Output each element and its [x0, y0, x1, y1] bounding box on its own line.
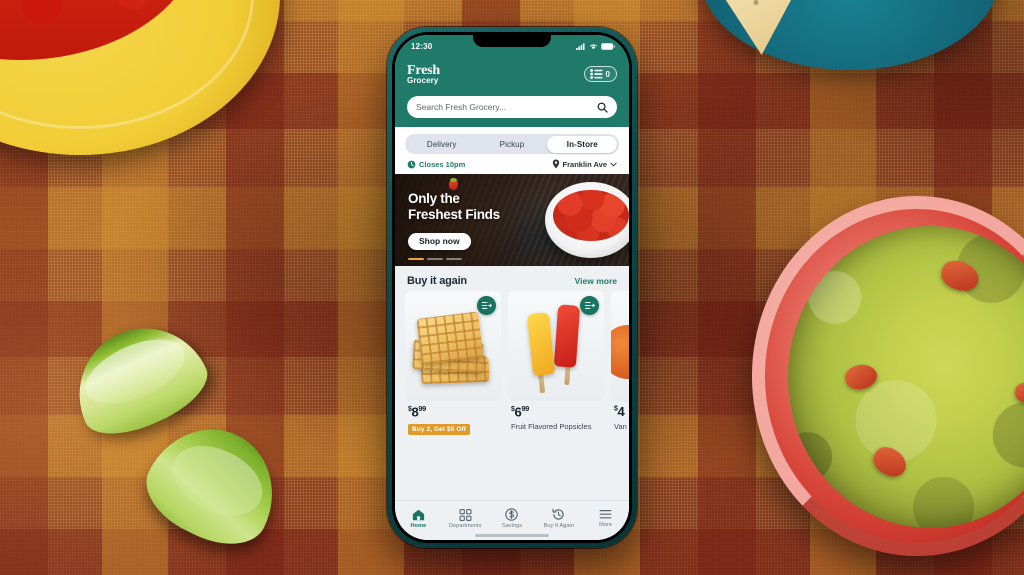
deal-badge: Buy 2, Get $5 Off: [408, 424, 471, 436]
home-icon: [412, 509, 425, 520]
add-to-cart-icon: [584, 302, 595, 309]
buy-it-again-section: Buy it again View more $899 Buy 2, Get $…: [395, 266, 629, 500]
guacamole-texture: [788, 226, 1024, 528]
banner-text-block: Only the Freshest Finds Shop now: [408, 191, 500, 250]
banner-pagination-dots[interactable]: [408, 258, 462, 260]
clock-icon: [407, 160, 416, 168]
status-bar: 12:30: [395, 35, 629, 57]
banner-headline-line1: Only the: [408, 191, 460, 206]
signal-icon: [576, 42, 585, 50]
add-to-cart-button[interactable]: [477, 296, 496, 315]
popsicle-red: [553, 304, 581, 368]
search-icon[interactable]: [597, 102, 608, 113]
tab-label-buy-it-again: Buy It Again: [543, 523, 575, 529]
app-header: Fresh Grocery 0: [395, 57, 629, 127]
product-name: Van: [614, 422, 627, 431]
tab-departments[interactable]: Departments: [442, 508, 489, 529]
product-image-waffles[interactable]: [405, 291, 501, 401]
search-input[interactable]: [416, 102, 597, 112]
price-dollars: 4: [617, 404, 625, 419]
store-location-group[interactable]: Franklin Ave: [552, 159, 617, 169]
product-image-partial[interactable]: [611, 291, 629, 401]
price-cents: 99: [418, 404, 426, 413]
popsicle-yellow: [526, 312, 556, 376]
view-more-link[interactable]: View more: [575, 276, 617, 286]
cart-button[interactable]: 0: [583, 66, 617, 82]
store-hours-label: Closes 10pm: [419, 159, 466, 169]
tab-label-departments: Departments: [448, 522, 482, 529]
hamburger-menu-icon: [599, 510, 612, 519]
product-card[interactable]: $899 Buy 2, Get $5 Off: [405, 291, 501, 436]
fulfillment-segmented-control[interactable]: Delivery Pickup In-Store: [405, 134, 619, 154]
waffle-top: [416, 311, 484, 365]
wifi-icon: [590, 43, 597, 49]
product-price: $699: [511, 404, 602, 419]
guacamole-bowl: [752, 196, 1024, 556]
tab-savings[interactable]: Savings: [489, 508, 536, 529]
status-icons: [576, 42, 615, 50]
chevron-down-icon[interactable]: [610, 162, 617, 167]
fulfillment-mode-bar: Delivery Pickup In-Store Closes 10pm Fra…: [395, 127, 629, 174]
tab-pickup[interactable]: Pickup: [477, 136, 547, 153]
product-meta: $899 Buy 2, Get $5 Off: [405, 401, 501, 436]
tab-in-store[interactable]: In-Store: [547, 135, 618, 153]
promo-banner[interactable]: Only the Freshest Finds Shop now: [395, 174, 629, 266]
tab-label-home: Home: [410, 522, 427, 529]
store-location-label: Franklin Ave: [562, 159, 607, 169]
tab-more[interactable]: More: [582, 509, 629, 528]
tab-buy-it-again[interactable]: Buy It Again: [535, 508, 582, 529]
add-to-cart-button[interactable]: [580, 296, 599, 315]
loose-strawberry: [449, 178, 458, 190]
cart-count-badge: 0: [605, 69, 610, 79]
banner-dot-3[interactable]: [446, 258, 462, 260]
location-pin-icon: [552, 159, 559, 169]
banner-headline-line2: Freshest Finds: [408, 207, 500, 223]
strawberry-bowl-image: [545, 182, 629, 258]
list-cart-icon: [589, 69, 603, 79]
product-card[interactable]: $4 Van: [611, 291, 629, 436]
search-bar[interactable]: [407, 96, 617, 118]
tab-label-more: More: [599, 522, 613, 528]
product-price: $899: [408, 404, 499, 419]
strawberries: [553, 189, 629, 242]
app-logo: Fresh Grocery: [407, 63, 440, 85]
product-image-popsicles[interactable]: [508, 291, 604, 401]
product-card[interactable]: $699 Fruit Flavored Popsicles: [508, 291, 604, 436]
shop-now-button[interactable]: Shop now: [408, 232, 471, 250]
dollar-circle-icon: [505, 508, 519, 521]
tab-delivery[interactable]: Delivery: [407, 136, 477, 153]
guacamole: [788, 226, 1024, 528]
grid-icon: [459, 508, 472, 521]
store-info-row: Closes 10pm Franklin Ave: [405, 154, 619, 169]
store-hours-group[interactable]: Closes 10pm: [407, 160, 465, 169]
add-to-cart-icon: [481, 302, 492, 309]
battery-icon: [601, 42, 615, 50]
header-top-row: Fresh Grocery 0: [407, 59, 617, 89]
price-cents: 99: [521, 404, 529, 413]
logo-line-grocery: Grocery: [407, 75, 439, 85]
phone-notch: [473, 35, 551, 47]
bottom-tab-bar[interactable]: Home Departments Savings Buy It Again Mo…: [395, 500, 629, 540]
product-meta: $4 Van: [611, 401, 629, 431]
section-header: Buy it again View more: [395, 275, 629, 287]
banner-dot-1[interactable]: [408, 258, 424, 260]
tab-label-savings: Savings: [501, 523, 523, 529]
phone-screen: 12:30 Fresh Grocery 0 Search Fresh Groce…: [395, 35, 629, 540]
smartphone: 12:30 Fresh Grocery 0 Search Fresh Groce…: [387, 27, 637, 548]
phone-bezel: 12:30 Fresh Grocery 0 Search Fresh Groce…: [392, 32, 632, 543]
product-price: $4: [614, 405, 629, 418]
orange-product-image: [611, 325, 629, 379]
photo-scene: 12:30 Fresh Grocery 0 Search Fresh Groce…: [0, 0, 1024, 575]
product-name: Fruit Flavored Popsicles: [511, 422, 592, 432]
product-carousel[interactable]: $899 Buy 2, Get $5 Off $699 Fruit Flavor…: [395, 291, 629, 436]
tab-home[interactable]: Home: [395, 509, 442, 529]
home-indicator: [475, 534, 549, 537]
product-meta: $699 Fruit Flavored Popsicles: [508, 401, 604, 432]
history-icon: [552, 508, 564, 520]
banner-dot-2[interactable]: [427, 258, 443, 260]
status-time: 12:30: [411, 41, 433, 51]
section-title: Buy it again: [407, 275, 467, 287]
